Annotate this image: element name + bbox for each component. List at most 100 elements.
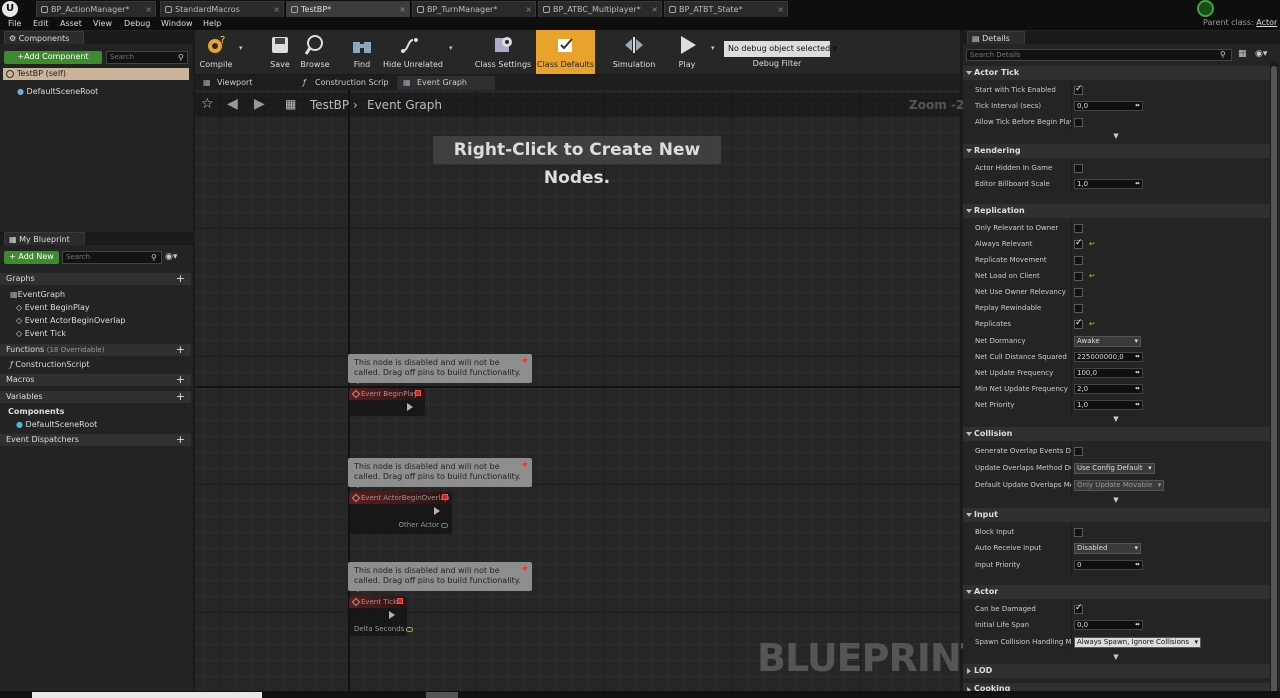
add-dispatcher-icon[interactable]: +: [176, 434, 185, 446]
exec-pin-icon[interactable]: [389, 611, 399, 619]
property-matrix-icon[interactable]: ▦: [1238, 49, 1247, 59]
eye-icon[interactable]: ◉▾: [165, 252, 177, 262]
menu-asset[interactable]: Asset: [60, 18, 82, 30]
section-rendering[interactable]: Rendering: [963, 144, 1270, 158]
play-options-chevron-icon[interactable]: ▾: [711, 44, 715, 52]
taskbar-item[interactable]: [426, 692, 458, 698]
save-button[interactable]: Save: [265, 30, 295, 74]
tab-components[interactable]: ⚙ Components: [4, 31, 85, 44]
add-new-button[interactable]: + Add New: [4, 251, 59, 264]
tab-details[interactable]: ▤ Details: [967, 31, 1025, 44]
billboard-field[interactable]: 1,0: [1074, 179, 1143, 189]
tab-bp-turnmanager[interactable]: BP_TurnManager* ×: [412, 1, 536, 17]
close-icon[interactable]: ×: [525, 2, 532, 17]
details-search-input[interactable]: Search Details: [966, 49, 1232, 61]
only-relevant-checkbox[interactable]: [1074, 224, 1083, 233]
section-collision[interactable]: Collision: [963, 427, 1270, 441]
net-update-field[interactable]: 100,0: [1074, 368, 1143, 378]
delta-seconds-pin[interactable]: Delta Seconds: [354, 625, 414, 633]
exec-pin-icon[interactable]: [407, 403, 417, 411]
reset-to-default-icon[interactable]: ↩: [1089, 272, 1095, 280]
blueprint-search-input[interactable]: Search: [62, 251, 162, 264]
tab-bp-atbc-multiplayer[interactable]: BP_ATBC_Multiplayer* ×: [538, 1, 662, 17]
function-item[interactable]: ƒ ConstructionScript: [10, 360, 90, 369]
replay-rewindable-checkbox[interactable]: [1074, 304, 1083, 313]
variable-item[interactable]: ● DefaultSceneRoot: [16, 420, 97, 429]
variables-section[interactable]: Variables +: [0, 391, 191, 403]
event-beginplay-node[interactable]: Event BeginPlay: [349, 388, 425, 416]
pin-icon[interactable]: 📌: [520, 460, 529, 470]
tab-bp-actionmanager[interactable]: BP_ActionManager* ×: [36, 1, 156, 17]
block-input-checkbox[interactable]: [1074, 528, 1083, 537]
close-icon[interactable]: ×: [273, 2, 280, 17]
tab-event-graph[interactable]: ▦ Event Graph: [397, 76, 495, 90]
always-relevant-checkbox[interactable]: [1074, 238, 1083, 249]
section-input[interactable]: Input: [963, 508, 1270, 522]
event-graph-item[interactable]: ▦EventGraph: [10, 290, 65, 299]
favorite-star-icon[interactable]: ☆: [201, 96, 214, 112]
components-search-input[interactable]: Search: [106, 51, 188, 64]
add-function-icon[interactable]: +: [176, 344, 185, 356]
event-actorbeginoverlap-node[interactable]: Event ActorBeginOverlap Other Actor: [349, 492, 452, 534]
back-arrow-icon[interactable]: ◀: [227, 96, 238, 112]
event-item[interactable]: ◇ Event ActorBeginOverlap: [16, 316, 125, 325]
exec-pin-icon[interactable]: [434, 507, 444, 515]
net-dormancy-select[interactable]: Awake: [1074, 336, 1141, 347]
browse-button[interactable]: Browse: [298, 30, 332, 74]
pin-icon[interactable]: 📌: [520, 564, 529, 574]
tab-standardmacros[interactable]: StandardMacros ×: [160, 1, 284, 17]
scrollbar-thumb[interactable]: [1271, 66, 1277, 694]
macros-section[interactable]: Macros +: [0, 374, 191, 386]
net-cull-field[interactable]: 225000000,0: [1074, 352, 1143, 362]
hide-unrelated-button[interactable]: Hide Unrelated: [383, 30, 443, 74]
advanced-expand-icon[interactable]: ▼: [1110, 132, 1122, 140]
parent-class-link[interactable]: Actor: [1256, 18, 1277, 27]
unreal-logo-icon[interactable]: U: [2, 1, 18, 17]
net-owner-relevancy-checkbox[interactable]: [1074, 288, 1083, 297]
hide-unrelated-chevron-icon[interactable]: ▾: [449, 44, 453, 52]
input-priority-field[interactable]: 0: [1074, 560, 1143, 570]
min-net-update-field[interactable]: 2,0: [1074, 384, 1143, 394]
replicates-checkbox[interactable]: [1074, 318, 1083, 329]
tick-interval-field[interactable]: 0,0: [1074, 101, 1143, 111]
event-tick-node[interactable]: Event Tick Delta Seconds: [349, 596, 414, 636]
section-cooking[interactable]: Cooking: [963, 683, 1270, 691]
component-defaultsceneroot[interactable]: ● DefaultSceneRoot: [17, 87, 98, 96]
net-load-checkbox[interactable]: [1074, 272, 1083, 281]
disabled-node-comment[interactable]: This node is disabled and will not be ca…: [348, 354, 532, 384]
class-defaults-button[interactable]: Class Defaults: [536, 30, 595, 74]
menu-view[interactable]: View: [93, 18, 112, 30]
compile-options-chevron-icon[interactable]: ▾: [239, 44, 243, 52]
event-item[interactable]: ◇ Event Tick: [16, 329, 66, 338]
reset-to-default-icon[interactable]: ↩: [1089, 240, 1095, 248]
disabled-node-comment[interactable]: This node is disabled and will not be ca…: [348, 562, 532, 592]
disabled-node-comment[interactable]: This node is disabled and will not be ca…: [348, 458, 532, 488]
tab-bp-atbt-state[interactable]: BP_ATBT_State* ×: [664, 1, 788, 17]
section-lod[interactable]: LOD: [963, 664, 1270, 678]
add-graph-icon[interactable]: +: [176, 273, 185, 285]
components-category[interactable]: Components: [8, 407, 64, 416]
pin-icon[interactable]: 📌: [520, 356, 529, 366]
other-actor-pin[interactable]: Other Actor: [398, 521, 448, 529]
life-span-field[interactable]: 0,0: [1074, 620, 1143, 630]
close-icon[interactable]: ×: [145, 2, 152, 17]
add-component-button[interactable]: +Add Component: [4, 51, 102, 64]
tab-construction-script[interactable]: ƒ Construction Scrip: [295, 76, 395, 90]
section-replication[interactable]: Replication: [963, 204, 1270, 218]
menu-debug[interactable]: Debug: [124, 18, 150, 30]
add-variable-icon[interactable]: +: [176, 391, 185, 403]
generate-overlap-checkbox[interactable]: [1074, 447, 1083, 456]
delegate-pin-icon[interactable]: [397, 598, 403, 604]
functions-section[interactable]: Functions (18 Overridable) +: [0, 344, 191, 356]
close-icon[interactable]: ×: [777, 2, 784, 17]
advanced-expand-icon[interactable]: ▼: [1110, 415, 1122, 423]
tab-my-blueprint[interactable]: ▦ My Blueprint: [4, 232, 85, 245]
debug-object-select[interactable]: No debug object selected ▾: [724, 41, 837, 57]
add-macro-icon[interactable]: +: [176, 374, 185, 386]
menu-edit[interactable]: Edit: [33, 18, 49, 30]
update-overlaps-select[interactable]: Use Config Default: [1074, 463, 1155, 474]
allow-tick-checkbox[interactable]: [1074, 118, 1083, 127]
advanced-expand-icon[interactable]: ▼: [1110, 496, 1122, 504]
graphs-section[interactable]: Graphs +: [0, 273, 191, 285]
advanced-expand-icon[interactable]: ▼: [1110, 653, 1122, 661]
